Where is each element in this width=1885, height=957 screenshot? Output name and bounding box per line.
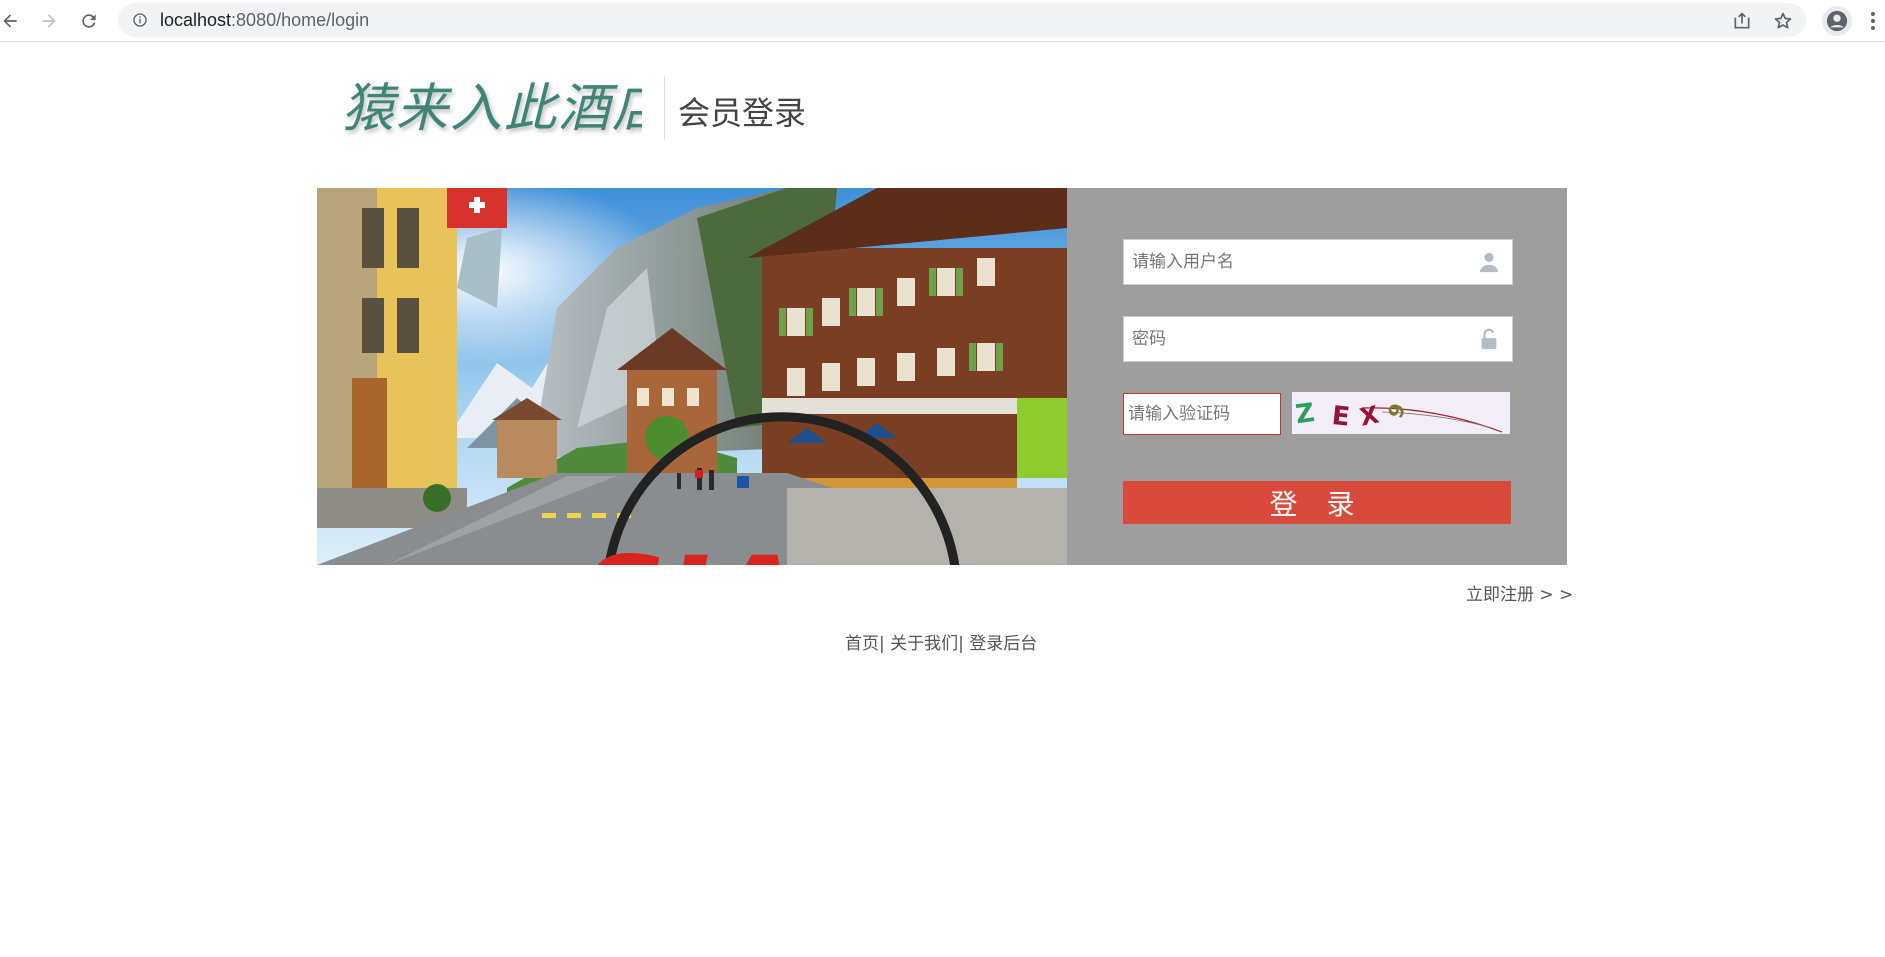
captcha-image[interactable]: Z E X 9 (1292, 392, 1510, 434)
captcha-char-3: X (1357, 400, 1381, 431)
captcha-char-2: E (1330, 401, 1351, 433)
back-button[interactable] (0, 6, 25, 36)
share-icon[interactable] (1732, 11, 1752, 31)
hotel-logo: 猿来入此酒店 (342, 79, 642, 139)
hero-image: SIAsp (317, 188, 1067, 565)
password-input[interactable] (1124, 317, 1480, 361)
star-icon[interactable] (1773, 11, 1793, 31)
login-form: Z E X 9 登 录 (1067, 188, 1567, 565)
menu-icon[interactable] (1866, 8, 1880, 34)
profile-button[interactable] (1822, 6, 1852, 36)
footer-link-about[interactable]: 关于我们 (885, 634, 958, 654)
unlock-icon (1481, 328, 1497, 350)
back-icon (3, 14, 17, 28)
watermark-text: SIAsp (580, 532, 960, 565)
footer-link-home[interactable]: 首页 (845, 634, 879, 654)
captcha-input[interactable] (1124, 394, 1282, 434)
username-field-wrapper (1123, 239, 1513, 285)
address-bar[interactable]: localhost:8080/home/login (118, 3, 1806, 37)
footer-link-admin[interactable]: 登录后台 (964, 634, 1037, 654)
reload-icon (82, 14, 96, 28)
username-input[interactable] (1124, 240, 1480, 284)
captcha-char-1: Z (1294, 398, 1317, 430)
user-icon (1479, 252, 1499, 273)
header-divider (664, 76, 665, 140)
forward-icon (42, 14, 56, 28)
footer-nav: 首页| 关于我们| 登录后台 (845, 629, 1037, 654)
url-text[interactable]: localhost:8080/home/login (160, 10, 369, 31)
siasp-watermark-logo: SIAsp (580, 412, 960, 565)
profile-icon (1826, 10, 1848, 32)
password-field-wrapper (1123, 316, 1513, 362)
page-title: 会员登录 (678, 94, 807, 132)
browser-toolbar: localhost:8080/home/login (0, 0, 1885, 42)
register-link[interactable]: 立即注册 > > (1466, 580, 1573, 605)
captcha-char-4: 9 (1383, 400, 1410, 421)
captcha-field-wrapper (1123, 393, 1282, 435)
info-icon[interactable] (132, 12, 148, 28)
reload-button[interactable] (74, 6, 104, 36)
forward-button[interactable] (34, 6, 64, 36)
login-button[interactable]: 登 录 (1123, 481, 1511, 524)
